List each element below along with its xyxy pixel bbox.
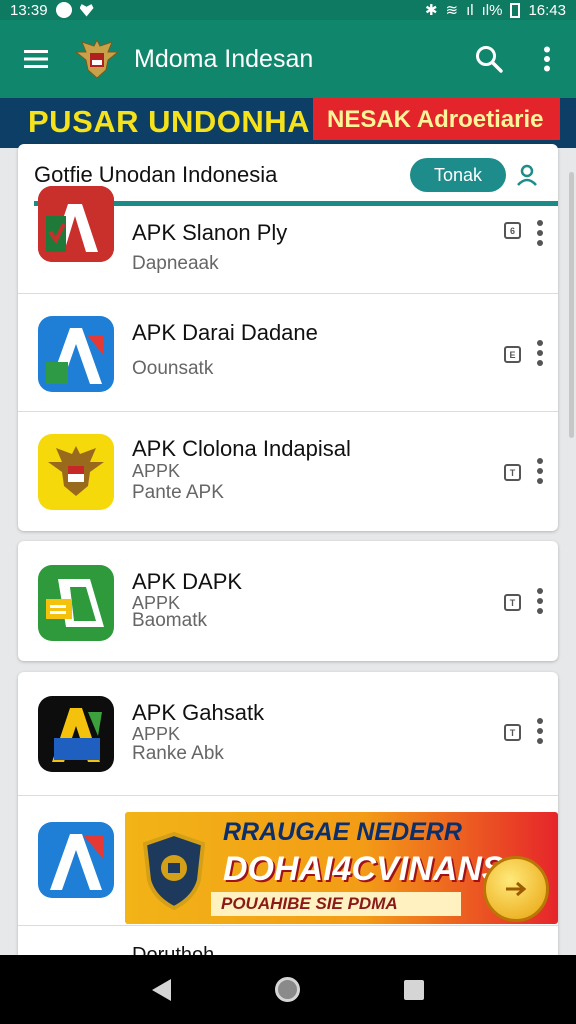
- status-bar: 13:39 ✱ ≋ ıl ıl% 16:43: [0, 0, 576, 20]
- app-title: Mdoma Indesan: [134, 44, 314, 73]
- item-menu-button[interactable]: [530, 584, 550, 618]
- search-icon: [476, 46, 503, 73]
- overflow-menu-button[interactable]: [518, 20, 576, 98]
- app-badge: T: [504, 724, 521, 741]
- system-nav-bar: [0, 955, 576, 1024]
- item-menu-button[interactable]: [530, 216, 550, 250]
- garuda-app-icon: [38, 434, 114, 510]
- app-badge: T: [504, 464, 521, 481]
- list-item[interactable]: APK DAPK APPK Baomatk T: [18, 541, 558, 659]
- item-menu-button[interactable]: [530, 454, 550, 488]
- app-icon: [38, 186, 114, 262]
- apk-app-icon: [38, 565, 114, 641]
- app-icon: [38, 434, 114, 510]
- app-badge: 6: [504, 222, 521, 239]
- ad-line-3: POUAHIBE SIE PDMA: [211, 892, 461, 916]
- shield-icon: [142, 831, 206, 910]
- list-item[interactable]: APK Gahsatk APPK Ranke Abk T: [18, 672, 558, 796]
- coin-icon: [483, 856, 549, 922]
- follow-button[interactable]: Tonak: [410, 158, 506, 192]
- app-category: APPK: [132, 461, 181, 481]
- scrollbar[interactable]: [569, 172, 574, 438]
- app-name: APK Gahsatk: [132, 700, 265, 725]
- app-subtitle: Oounsatk: [132, 358, 214, 379]
- signal-icon: ıl: [466, 1, 474, 19]
- app-name: APK Clolona Indapisal: [132, 436, 351, 461]
- section-title: Gotfie Unodan Indonesia: [34, 162, 278, 187]
- signal-percent: ıl%: [481, 1, 503, 19]
- app-list-card-2: APK DAPK APPK Baomatk T: [18, 541, 558, 661]
- apk-app-icon: [38, 186, 114, 262]
- ad-line-1: RRAUGAE NEDERR: [223, 818, 462, 846]
- bluetooth-icon: ✱: [424, 2, 438, 19]
- person-button[interactable]: [512, 160, 542, 190]
- app-subtitle: Pante APK: [132, 482, 224, 503]
- app-subtitle: Baomatk: [132, 610, 207, 631]
- hamburger-icon: [24, 50, 48, 68]
- status-time-right: 16:43: [528, 1, 566, 19]
- app-name: APK Darai Dadane: [132, 320, 318, 345]
- recent-apps-button[interactable]: [404, 979, 424, 1000]
- app-badge: E: [504, 346, 521, 363]
- app-icon: [38, 565, 114, 641]
- app-category: APPK: [132, 724, 181, 744]
- app-icon: [38, 316, 114, 392]
- notification-icon: [55, 2, 72, 18]
- more-vert-icon: [544, 46, 550, 72]
- app-icon: [38, 696, 114, 772]
- search-button[interactable]: [460, 20, 518, 98]
- menu-button[interactable]: [0, 20, 72, 98]
- ad-line-2: DOHAI4CVINANS!: [223, 850, 516, 888]
- app-badge: T: [504, 594, 521, 611]
- home-button[interactable]: [275, 977, 300, 1002]
- ad-banner[interactable]: RRAUGAE NEDERR DOHAI4CVINANS! POUAHIBE S…: [125, 812, 558, 924]
- app-name: APK DAPK: [132, 569, 243, 594]
- list-item[interactable]: APK Clolona Indapisal APPK Pante APK T: [18, 412, 558, 530]
- wifi-icon: ≋: [445, 2, 459, 19]
- item-menu-button[interactable]: [530, 714, 550, 748]
- promo-banner[interactable]: PUSAR UNDONHA NESAK Adroetiarie: [0, 98, 576, 148]
- battery-icon: [510, 2, 521, 18]
- promo-right-text: NESAK Adroetiarie: [313, 98, 560, 140]
- apk-app-icon: [38, 316, 114, 392]
- app-list-card-1: Gotfie Unodan Indonesia Tonak APK Slanon…: [18, 144, 558, 531]
- person-icon: [517, 164, 537, 186]
- app-icon: [38, 822, 114, 898]
- status-time-left: 13:39: [10, 1, 48, 19]
- apk-app-icon: [38, 822, 114, 898]
- app-bar: Mdoma Indesan: [0, 20, 576, 98]
- garuda-logo-icon: [74, 38, 120, 79]
- heart-icon: [79, 4, 94, 17]
- item-menu-button[interactable]: [530, 336, 550, 370]
- app-name: APK Slanon Ply: [132, 220, 288, 245]
- promo-left-text: PUSAR UNDONHA: [28, 104, 311, 139]
- list-item[interactable]: APK Darai Dadane Oounsatk E: [18, 294, 558, 412]
- apk-app-icon: [38, 696, 114, 772]
- app-subtitle: Ranke Abk: [132, 743, 224, 764]
- app-subtitle: Dapneaak: [132, 253, 219, 274]
- list-item[interactable]: APK Slanon Ply Dapneaak 6: [18, 186, 558, 294]
- back-button[interactable]: [152, 978, 171, 1001]
